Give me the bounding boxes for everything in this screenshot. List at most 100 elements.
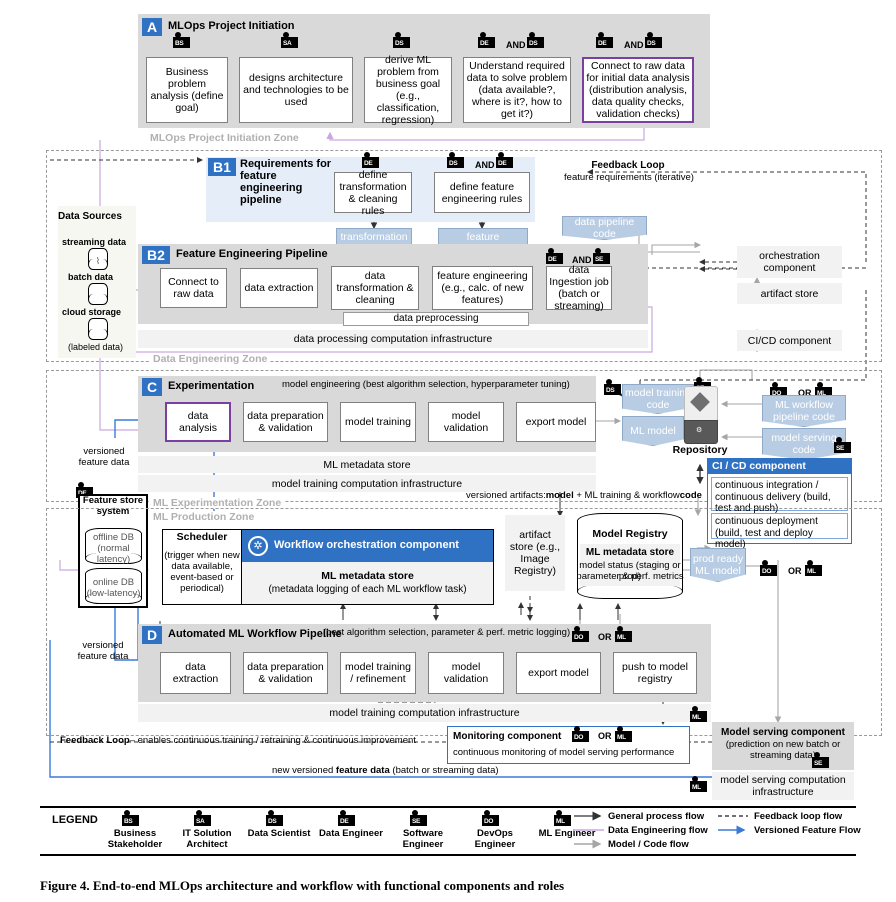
cicd-line-1: continuous integration / continuous deli… [711, 477, 848, 514]
box-artifact-store-top[interactable]: artifact store [737, 283, 842, 304]
legend-flow-4: Versioned Feature Flow [754, 825, 861, 836]
or-label-prod: OR [788, 566, 802, 576]
gear-icon: ✲ [248, 536, 268, 556]
step-designs-architecture[interactable]: designs architecture and technologies to… [239, 57, 353, 123]
box-define-feature-engineering-rules[interactable]: define feature engineering rules [434, 172, 530, 213]
model-serving-infrastructure: model serving computation infrastructure [712, 772, 854, 800]
data-sources-title: Data Sources [58, 211, 122, 222]
label-ml-metadata-store-c: ML metadata store [138, 456, 596, 473]
data-sources-streaming-label: streaming data [62, 237, 127, 247]
section-c-badge: C [142, 378, 162, 396]
section-b1-badge: B1 [208, 158, 236, 176]
legend-role-0: BS Business Stakeholder [100, 810, 170, 850]
streaming-data-cylinder: ⌇ [88, 248, 108, 270]
va-bold1: model [545, 490, 574, 501]
legend-role-5: DO DevOps Engineer [460, 810, 530, 850]
scheduler-title: Scheduler [176, 531, 228, 543]
box-define-transformation-rules[interactable]: define transformation & cleaning rules [334, 169, 412, 217]
batch-data-cylinder [88, 283, 108, 305]
feedback-rest: – enables continuous training / retraini… [129, 735, 416, 746]
box-data-ingestion-job[interactable]: data Ingestion job (batch or streaming) [546, 264, 612, 312]
legend-role-label-3: Data Engineer [319, 828, 383, 839]
data-sources-cloud-label: cloud storage [62, 307, 122, 317]
section-d-subtitle: (best algorithm selection, parameter & p… [323, 627, 571, 638]
box-model-training-refinement-d[interactable]: model training / refinement [340, 652, 416, 694]
or-label-d: OR [598, 632, 612, 642]
legend-role-6: ML ML Engineer [532, 810, 602, 839]
legend-role-1: SA IT Solution Architect [172, 810, 242, 850]
legend-flow-2: Model / Code flow [608, 839, 689, 850]
va-bold2: code [679, 490, 702, 501]
box-connect-to-raw-data[interactable]: Connect to raw data [160, 268, 227, 308]
label-model-training-infrastructure-d: model training computation infrastructur… [138, 704, 711, 722]
section-b1-title: Requirements for feature engineering pip… [240, 158, 332, 206]
box-artifact-store-production[interactable]: artifact store (e.g., Image Registry) [505, 515, 565, 591]
legend-flow-0: General process flow [608, 811, 705, 822]
zone-label-ml-production: ML Production Zone [150, 511, 258, 523]
box-data-analysis[interactable]: data analysis [165, 402, 231, 442]
nv-bold: feature data [335, 765, 390, 776]
label-data-processing-infrastructure: data processing computation infrastructu… [138, 330, 648, 348]
legend-title: LEGEND [52, 814, 98, 826]
label-data-preprocessing: data preprocessing [343, 312, 529, 326]
and-label-a2: AND [624, 40, 644, 50]
section-c-subtitle: model engineering (best algorithm select… [282, 379, 570, 390]
legend-role-label-1: IT Solution Architect [182, 828, 232, 850]
ml-metadata-panel [242, 562, 493, 604]
section-d-badge: D [142, 626, 162, 644]
legend-role-4: SE Software Engineer [388, 810, 458, 850]
box-model-validation-c[interactable]: model validation [428, 402, 504, 442]
box-push-to-model-registry[interactable]: push to model registry [613, 652, 697, 694]
box-data-preparation-validation-c[interactable]: data preparation & validation [243, 402, 328, 442]
box-data-transformation-cleaning[interactable]: data transformation & cleaning [331, 266, 419, 310]
step-business-problem[interactable]: Business problem analysis (define goal) [146, 57, 228, 123]
versioned-top-line1: versioned feature data [78, 446, 130, 468]
box-cicd-component-small[interactable]: CI/CD component [737, 330, 842, 351]
monitoring-sub: continuous monitoring of model serving p… [453, 747, 675, 758]
box-data-preparation-validation-d[interactable]: data preparation & validation [243, 652, 328, 694]
feedback-bold: Feedback Loop [60, 735, 130, 746]
box-export-model-c[interactable]: export model [516, 402, 596, 442]
step-understand-required-data[interactable]: Understand required data to solve proble… [463, 57, 571, 123]
nv-pre: new versioned [272, 765, 336, 776]
box-feature-engineering[interactable]: feature engineering (e.g., calc. of new … [432, 266, 533, 310]
model-registry-title: Model Registry [592, 528, 668, 540]
figure-caption: Figure 4. End-to-end MLOps architecture … [40, 878, 565, 893]
model-registry-sub1: ML metadata store [585, 547, 675, 558]
legend-role-2: DS Data Scientist [244, 810, 314, 839]
cicd-component-title: CI / CD component [707, 458, 852, 474]
section-a-title: MLOps Project Initiation [168, 20, 295, 32]
feedback-loop-sub-b1: feature requirements (iterative) [564, 172, 694, 183]
box-model-training-c[interactable]: model training [340, 402, 416, 442]
model-serving-title: Model serving component [721, 727, 845, 738]
section-a-badge: A [142, 18, 162, 36]
nv-post: (batch or streaming data) [389, 765, 499, 776]
repository-icon[interactable]: ⚙ [684, 386, 718, 444]
box-model-validation-d[interactable]: model validation [428, 652, 504, 694]
legend-flow-3: Feedback loop flow [754, 811, 843, 822]
workflow-orchestration-title: Workflow orchestration component [274, 539, 459, 551]
model-registry-sub3: parameter & perf. metrics [576, 571, 684, 582]
data-sources-batch-label: batch data [68, 272, 114, 282]
legend-role-label-4: Software Engineer [402, 828, 444, 850]
box-data-extraction-b2[interactable]: data extraction [240, 268, 318, 308]
legend-flow-1: Data Engineering flow [608, 825, 708, 836]
step-connect-raw-data[interactable]: Connect to raw data for initial data ana… [582, 57, 694, 123]
and-label-a1: AND [506, 40, 526, 50]
and-label-b1: AND [475, 160, 495, 170]
box-orchestration-component[interactable]: orchestration component [737, 246, 842, 278]
legend-role-3: DE Data Engineer [316, 810, 386, 839]
section-c-title: Experimentation [168, 380, 255, 392]
ml-metadata-sub: (metadata logging of each ML workflow ta… [268, 584, 467, 595]
step-derive-ml-problem[interactable]: derive ML problem from business goal (e.… [364, 54, 452, 126]
label-versioned-feature-data-top: versioned feature data [72, 446, 136, 468]
monitoring-title: Monitoring component [453, 731, 562, 742]
repository-label: Repository [672, 444, 728, 456]
legend-role-label-5: DevOps Engineer [474, 828, 516, 850]
data-sources-note: (labeled data) [68, 342, 124, 352]
zone-label-mlops-initiation: MLOps Project Initiation Zone [150, 132, 299, 144]
new-versioned-feature-data-label: new versioned feature data (batch or str… [272, 765, 499, 776]
scheduler-body: (trigger when new data available, event-… [164, 550, 240, 594]
box-data-extraction-d[interactable]: data extraction [160, 652, 231, 694]
box-export-model-d[interactable]: export model [516, 652, 601, 694]
